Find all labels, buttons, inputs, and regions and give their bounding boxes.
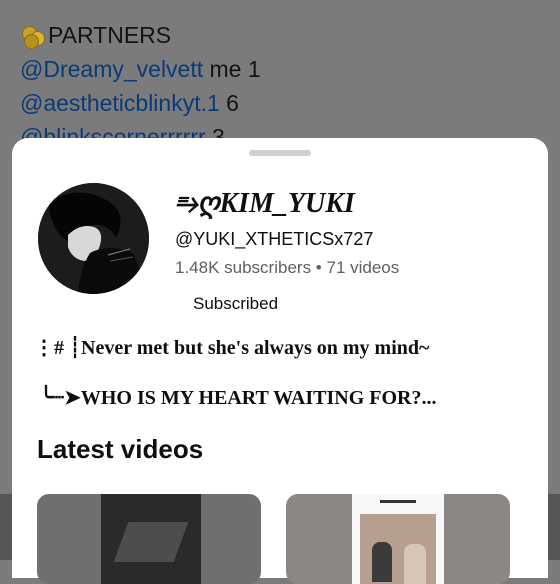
avatar-image (38, 183, 149, 294)
partners-heading: PARTNERS (20, 18, 261, 52)
channel-about-background: PARTNERS @Dreamy_velvett me 1 @aesthetic… (20, 18, 261, 154)
latest-videos-heading: Latest videos (37, 434, 204, 464)
video-thumbnail[interactable] (286, 494, 510, 584)
partner-line: @aestheticblinkyt.1 6 (20, 86, 261, 120)
partner-line: @Dreamy_velvett me 1 (20, 52, 261, 86)
video-thumbnail[interactable] (37, 494, 261, 584)
partners-label: PARTNERS (48, 22, 172, 48)
background-video-thumbnail-edge (548, 494, 560, 560)
stats-separator: • (311, 258, 327, 277)
thumbnail-image (101, 494, 201, 584)
partner-suffix: 6 (219, 90, 239, 116)
channel-stats: 1.48K subscribers • 71 videos (175, 258, 399, 278)
subscribed-button[interactable]: Subscribed (193, 294, 278, 314)
channel-avatar[interactable] (38, 183, 149, 294)
coins-icon (20, 24, 46, 49)
video-count: 71 videos (326, 258, 400, 277)
channel-bottom-sheet: ⥱ღKIM_YUKI @YUKI_XTHETICSx727 1.48K subs… (12, 138, 548, 584)
channel-description-line: ╰┈➤WHO IS MY HEART WAITING FOR?... (40, 387, 437, 409)
channel-handle: @YUKI_XTHETICSx727 (175, 229, 374, 249)
partner-link[interactable]: @aestheticblinkyt.1 (20, 86, 220, 120)
background-video-thumbnail-edge (0, 494, 12, 560)
subscriber-count: 1.48K subscribers (175, 258, 312, 277)
channel-name: ⥱ღKIM_YUKI (175, 188, 355, 219)
thumbnail-image (352, 494, 444, 584)
partner-suffix: me 1 (203, 56, 261, 82)
drag-handle[interactable] (249, 150, 311, 156)
channel-description-line: ⋮# ┊Never met but she's always on my min… (34, 337, 430, 359)
partner-link[interactable]: @Dreamy_velvett (20, 52, 203, 86)
